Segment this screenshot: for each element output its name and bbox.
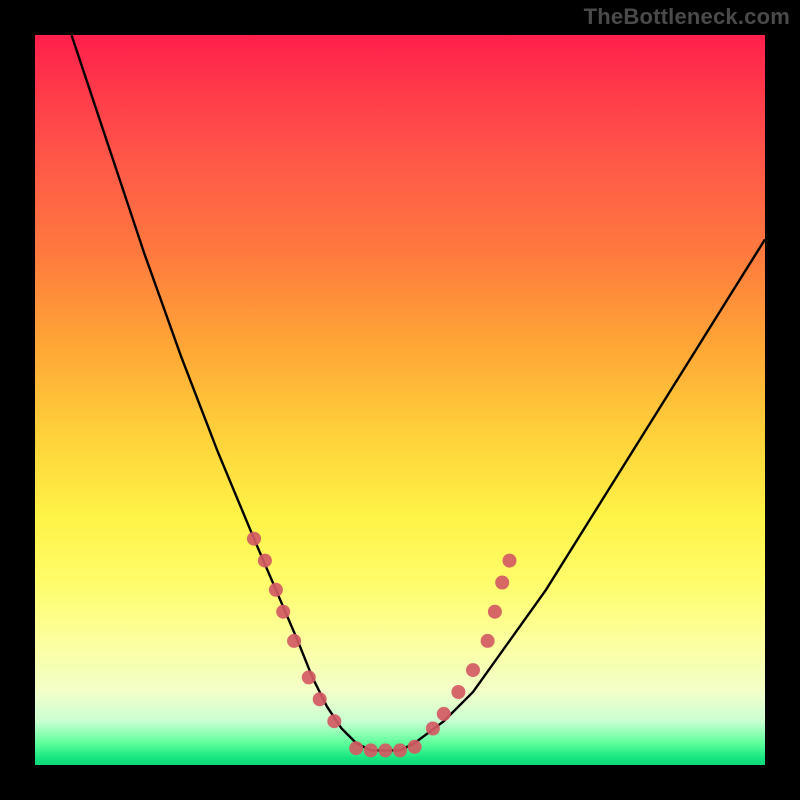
plot-area <box>35 35 765 765</box>
data-point <box>451 685 465 699</box>
data-point <box>481 634 495 648</box>
data-point <box>258 554 272 568</box>
data-point <box>287 634 301 648</box>
data-point <box>247 532 261 546</box>
data-point <box>495 576 509 590</box>
data-point <box>503 554 517 568</box>
data-point <box>408 740 422 754</box>
watermark-text: TheBottleneck.com <box>584 4 790 30</box>
data-point <box>364 743 378 757</box>
data-point <box>327 714 341 728</box>
data-point <box>302 670 316 684</box>
data-point <box>269 583 283 597</box>
data-point <box>349 741 363 755</box>
data-point <box>437 707 451 721</box>
bottleneck-curve <box>72 35 766 750</box>
chart-frame: TheBottleneck.com <box>0 0 800 800</box>
scatter-points <box>247 532 517 758</box>
data-point <box>426 722 440 736</box>
data-point <box>393 743 407 757</box>
data-point <box>488 605 502 619</box>
data-point <box>378 743 392 757</box>
chart-svg <box>35 35 765 765</box>
data-point <box>313 692 327 706</box>
data-point <box>466 663 480 677</box>
data-point <box>276 605 290 619</box>
